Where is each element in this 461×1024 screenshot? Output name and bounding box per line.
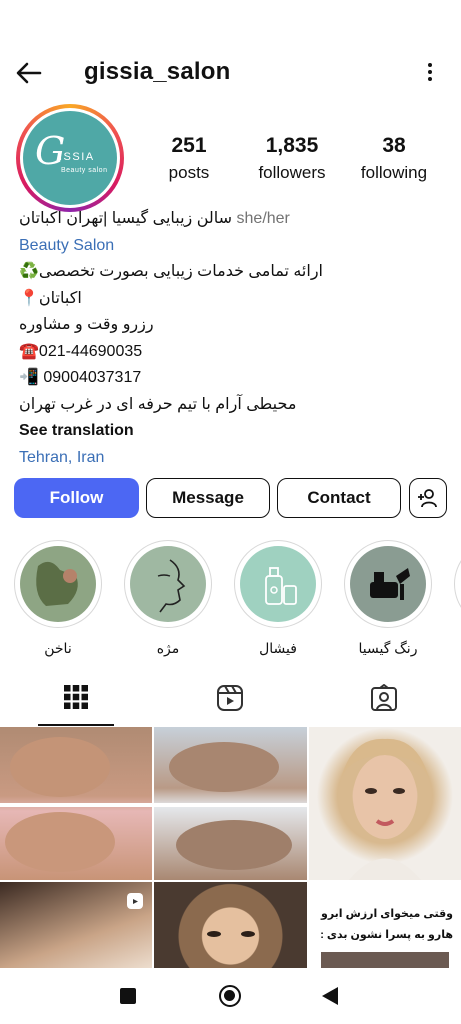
followers-stat[interactable]: 1,835 followers [248, 134, 336, 183]
posts-stat[interactable]: 251 posts [158, 134, 220, 183]
home-icon[interactable] [219, 985, 241, 1007]
highlight-label: مژه [156, 640, 180, 656]
highlight-cover [130, 546, 206, 622]
profile-name: سالن زیبایی گیسیا |تهران اکباتان [19, 210, 233, 227]
following-count: 38 [382, 134, 406, 157]
highlight-label: ناخن [44, 640, 72, 656]
profile-bio: سالن زیبایی گیسیا |تهران اکباتان she/her… [19, 206, 449, 471]
reels-icon [217, 685, 243, 711]
tab-posts-grid[interactable] [38, 670, 114, 726]
bio-line: رزرو وقت و مشاوره [19, 316, 154, 333]
profile-avatar[interactable]: G ISSIA Beauty salon [16, 104, 124, 212]
pronouns: she/her [236, 210, 290, 227]
posts-label: posts [168, 163, 210, 182]
mobile-line[interactable]: 📲 09004037317 [19, 365, 449, 392]
bio-name-line: سالن زیبایی گیسیا |تهران اکباتان she/her [19, 206, 449, 233]
post-caption: وقتی میخوای ارزش ابرو هارو به پسرا نشون … [320, 908, 453, 941]
profile-category: Beauty Salon [19, 236, 115, 254]
tab-tagged[interactable] [346, 670, 422, 726]
contact-button[interactable]: Contact [277, 478, 401, 518]
phone-line[interactable]: ☎️021-44690035 [19, 339, 449, 366]
add-user-icon [418, 489, 437, 508]
profile-username: gissia_salon [84, 58, 231, 85]
more-vertical-icon [428, 63, 432, 67]
back-button[interactable] [14, 58, 50, 88]
highlight-item[interactable]: مژه [124, 540, 212, 657]
tab-reels[interactable] [192, 670, 268, 726]
post-thumbnail[interactable] [309, 727, 461, 880]
logo-subtitle: Beauty salon [61, 167, 108, 174]
highlight-item-partial[interactable] [454, 540, 461, 628]
highlight-label: فیشال [259, 640, 297, 656]
following-label: following [360, 163, 428, 182]
followers-count: 1,835 [265, 134, 319, 157]
bio-line: محیطی آرام با تیم حرفه ای در غرب تهران [19, 395, 297, 413]
highlight-cover [240, 546, 316, 622]
followers-label: followers [258, 163, 326, 182]
top-bar: gissia_salon [0, 48, 461, 98]
post-thumbnail[interactable] [0, 882, 152, 972]
logo-name: ISSIA [59, 151, 95, 163]
suggested-users-button[interactable] [409, 478, 447, 518]
message-button[interactable]: Message [146, 478, 270, 518]
tagged-icon [371, 684, 397, 711]
bio-line: اکباتان📍 [19, 289, 82, 307]
see-translation-link[interactable]: See translation [19, 418, 449, 445]
highlight-label: رنگ گیسیا [358, 640, 418, 656]
highlight-cover [350, 546, 426, 622]
reel-badge-icon [127, 893, 143, 909]
highlight-item[interactable]: ناخن [14, 540, 102, 657]
bio-line: ارائه تمامی خدمات زیبایی بصورت تخصصی♻️ [19, 263, 323, 280]
location-link[interactable]: Tehran, Iran [19, 445, 449, 472]
posts-count: 251 [171, 134, 207, 157]
post-thumbnail[interactable] [154, 727, 307, 880]
post-thumbnail[interactable] [154, 882, 307, 972]
arrow-left-icon [16, 62, 42, 84]
back-triangle-icon[interactable] [322, 987, 338, 1005]
more-options-button[interactable] [425, 60, 435, 86]
recent-apps-icon[interactable] [120, 988, 136, 1004]
follow-button[interactable]: Follow [14, 478, 139, 518]
highlight-item[interactable]: فیشال [234, 540, 322, 657]
salon-logo: G ISSIA Beauty salon [23, 111, 117, 205]
post-thumbnail[interactable]: وقتی میخوای ارزش ابرو هارو به پسرا نشون … [309, 882, 461, 972]
grid-icon [64, 685, 88, 709]
highlight-cover [20, 546, 96, 622]
following-stat[interactable]: 38 following [352, 134, 436, 183]
system-nav-bar [0, 968, 461, 1024]
highlight-item[interactable]: رنگ گیسیا [344, 540, 432, 657]
profile-tabs [0, 670, 461, 726]
post-thumbnail[interactable] [0, 727, 152, 880]
